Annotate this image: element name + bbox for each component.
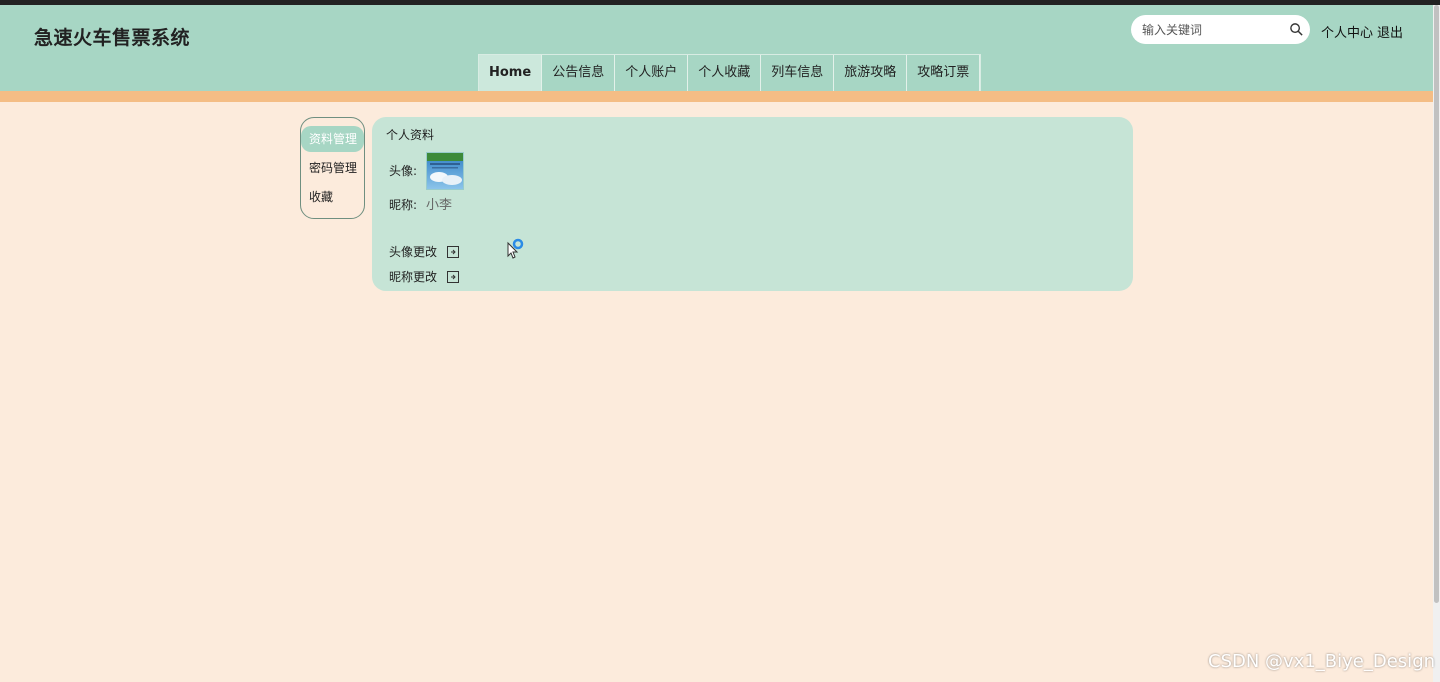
main-nav: Home 公告信息 个人账户 个人收藏 列车信息 旅游攻略 攻略订票 [478, 54, 982, 91]
vertical-scrollbar[interactable] [1433, 5, 1440, 682]
change-avatar-link[interactable]: 头像更改 [389, 243, 459, 260]
mouse-cursor-icon [507, 238, 524, 259]
search-input[interactable] [1140, 19, 1284, 41]
accent-bar [0, 91, 1440, 102]
search-icon[interactable] [1289, 22, 1304, 37]
logout-link[interactable]: 退出 [1377, 22, 1403, 41]
nav-favorites[interactable]: 个人收藏 [688, 55, 762, 91]
avatar-label: 头像: [389, 164, 418, 178]
nav-train-info[interactable]: 列车信息 [761, 55, 835, 91]
user-center-link[interactable]: 个人中心 [1321, 22, 1373, 41]
panel-title: 个人资料 [386, 128, 435, 142]
nav-announcements[interactable]: 公告信息 [542, 55, 616, 91]
external-link-icon [446, 271, 459, 283]
external-link-icon [446, 246, 459, 258]
nickname-value: 小李 [426, 198, 453, 213]
site-title: 急速火车售票系统 [34, 27, 191, 49]
side-item-favorites[interactable]: 收藏 [301, 184, 364, 210]
avatar [426, 152, 464, 190]
nav-home[interactable]: Home [479, 55, 543, 91]
side-item-profile-management[interactable]: 资料管理 [301, 126, 364, 152]
profile-panel: 个人资料 头像: 昵称: 小李 头像更改 昵称更改 [372, 117, 1133, 291]
change-nickname-label: 昵称更改 [389, 270, 438, 284]
site-header: 急速火车售票系统 个人中心 退出 Home 公告信息 个人账户 个人收藏 列车信… [0, 5, 1440, 91]
watermark: CSDN @vx1_Biye_Design [1208, 651, 1436, 672]
change-nickname-link[interactable]: 昵称更改 [389, 268, 459, 285]
nav-guide-booking[interactable]: 攻略订票 [907, 55, 981, 91]
search-box [1131, 15, 1310, 44]
side-menu: 资料管理 密码管理 收藏 [300, 117, 365, 219]
scrollbar-thumb[interactable] [1434, 5, 1439, 603]
nickname-label: 昵称: [389, 198, 418, 212]
nav-personal-account[interactable]: 个人账户 [615, 55, 689, 91]
nav-travel-guides[interactable]: 旅游攻略 [834, 55, 908, 91]
side-item-password-management[interactable]: 密码管理 [301, 155, 364, 181]
change-avatar-label: 头像更改 [389, 245, 438, 259]
